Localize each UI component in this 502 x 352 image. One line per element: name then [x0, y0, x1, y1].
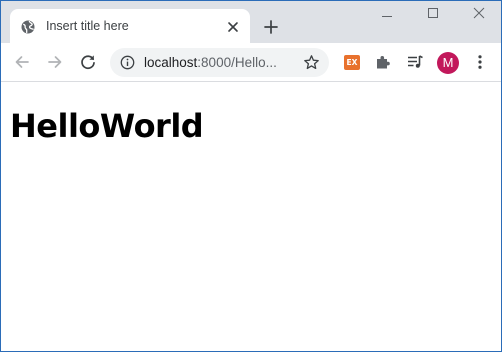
globe-icon — [21, 20, 35, 34]
puzzle-icon[interactable] — [374, 53, 392, 71]
window-close-icon[interactable] — [472, 6, 486, 20]
maximize-icon[interactable] — [426, 6, 440, 20]
star-icon[interactable] — [303, 54, 320, 71]
tab-title: Insert title here — [46, 19, 129, 33]
url-path: :8000/Hello... — [197, 55, 277, 70]
extension-ex-icon[interactable]: EX — [344, 55, 360, 70]
url-text: localhost:8000/Hello... — [144, 55, 277, 70]
browser-toolbar: localhost:8000/Hello... EX M — [1, 43, 501, 82]
arrow-left-icon[interactable] — [13, 53, 31, 71]
kebab-menu-icon[interactable] — [471, 53, 489, 71]
avatar[interactable]: M — [437, 52, 459, 74]
tab-strip: Insert title here — [1, 1, 501, 43]
reload-icon[interactable] — [79, 53, 97, 71]
info-icon[interactable] — [120, 55, 135, 70]
address-bar[interactable]: localhost:8000/Hello... — [110, 48, 329, 77]
plus-icon[interactable] — [263, 19, 279, 35]
browser-window: Insert title here localhost:8000/Hello..… — [0, 0, 502, 352]
arrow-right-icon[interactable] — [46, 53, 64, 71]
tab-active[interactable]: Insert title here — [10, 9, 250, 43]
close-icon[interactable] — [226, 20, 240, 34]
media-queue-icon[interactable] — [406, 53, 424, 71]
page-heading: HelloWorld — [10, 107, 204, 145]
url-host: localhost — [144, 55, 198, 70]
page-content: HelloWorld — [1, 82, 501, 351]
minimize-icon[interactable] — [380, 6, 394, 20]
